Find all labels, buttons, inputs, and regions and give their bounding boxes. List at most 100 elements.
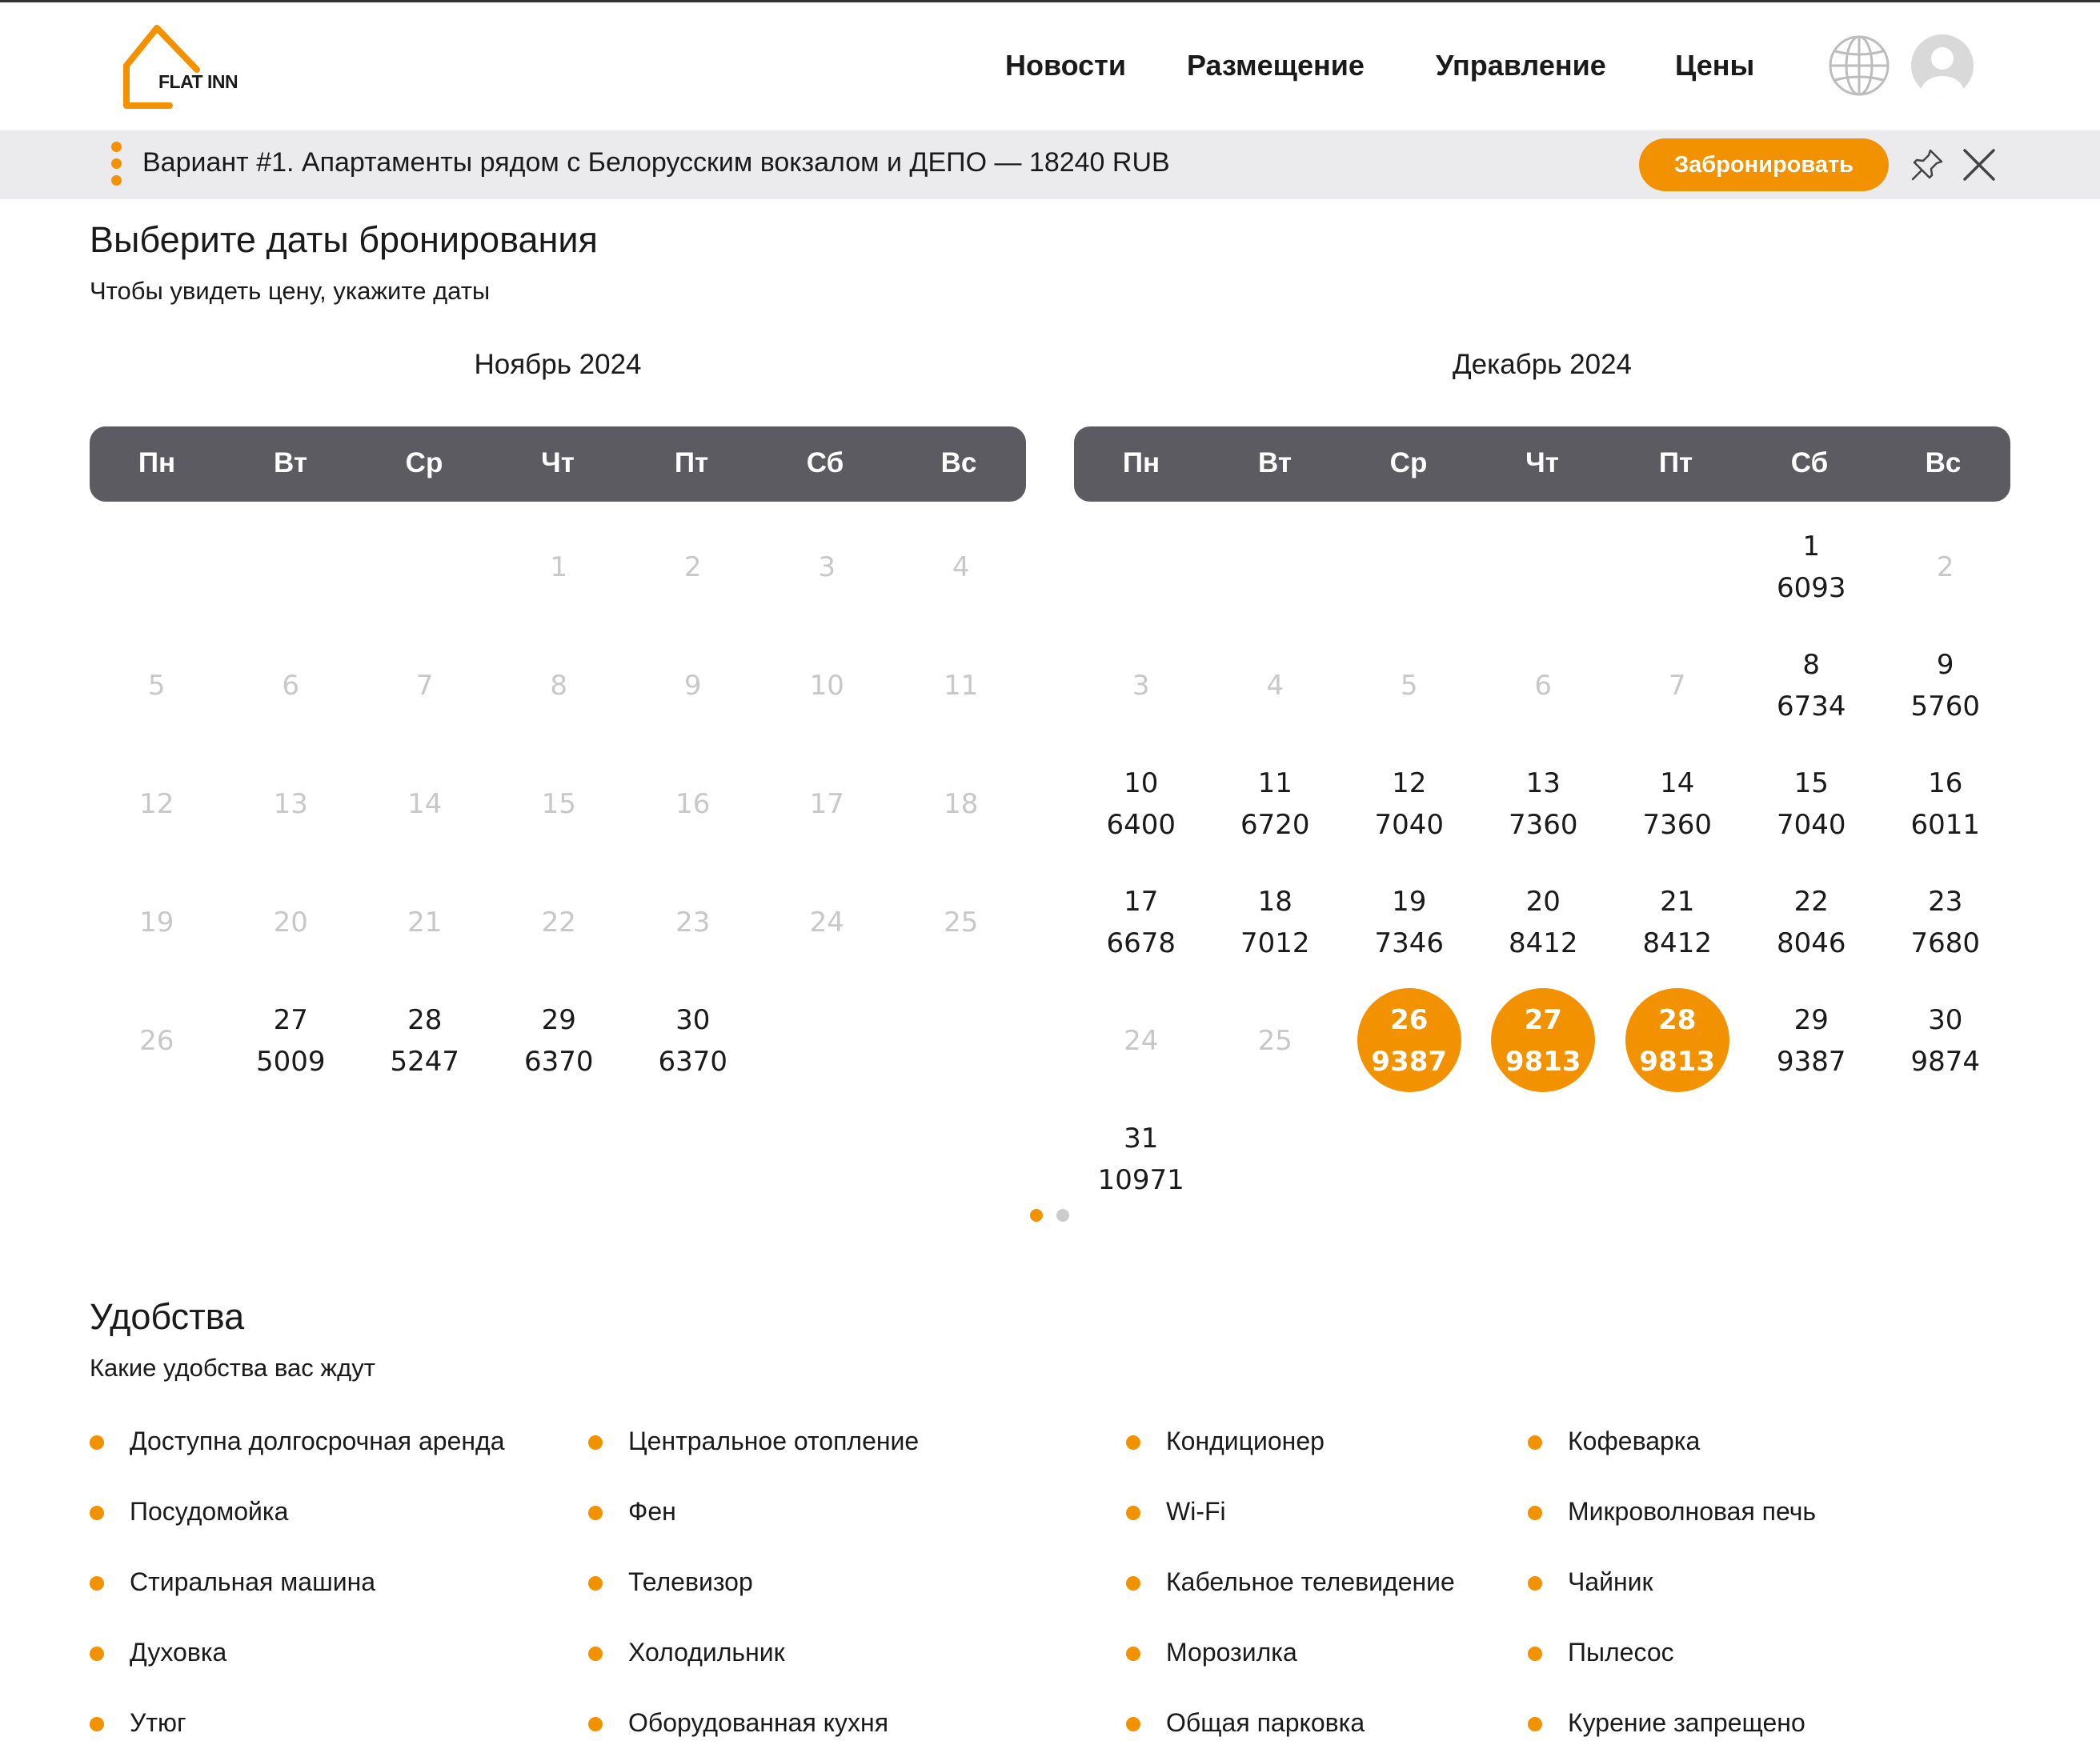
day-number: 4 xyxy=(952,551,970,583)
weekday-label: Пт xyxy=(1658,447,1693,478)
book-button[interactable]: Забронировать xyxy=(1639,138,1889,191)
calendar-day[interactable]: 11 6720 xyxy=(1223,751,1327,855)
day-number: 18 xyxy=(944,788,979,820)
calendar-day: 23 xyxy=(641,870,745,974)
close-icon[interactable] xyxy=(1961,146,1998,183)
calendar-day[interactable]: 10 6400 xyxy=(1089,751,1193,855)
bullet-icon xyxy=(90,1506,104,1520)
calendar-day[interactable]: 18 7012 xyxy=(1223,870,1327,974)
calendar-day: 25 xyxy=(1223,988,1327,1092)
nav-prices[interactable]: Цены xyxy=(1675,49,1754,82)
day-price: 7360 xyxy=(1508,809,1578,841)
calendar-day[interactable]: 31 10971 xyxy=(1089,1107,1193,1211)
calendar-day: 8 xyxy=(507,633,611,737)
day-price: 9874 xyxy=(1910,1046,1981,1078)
calendar-day[interactable]: 27 5009 xyxy=(238,988,343,1092)
day-number: 20 xyxy=(273,907,308,939)
calendar-day[interactable]: 17 6678 xyxy=(1089,870,1193,974)
calendar-day[interactable]: 1 6093 xyxy=(1759,514,1863,618)
calendar-day: 19 xyxy=(105,870,209,974)
calendar-day[interactable]: 22 8046 xyxy=(1759,870,1863,974)
calendar-day: 6 xyxy=(1491,633,1595,737)
globe-icon[interactable] xyxy=(1828,34,1890,97)
amenity-label: Холодильник xyxy=(628,1638,785,1667)
kebab-menu-icon[interactable] xyxy=(109,142,123,188)
day-number: 7 xyxy=(1668,670,1686,702)
calendar-day: 6 xyxy=(238,633,343,737)
calendar-day[interactable]: 28 5247 xyxy=(373,988,477,1092)
nav-news[interactable]: Новости xyxy=(1005,49,1126,82)
day-price: 5760 xyxy=(1910,690,1981,722)
pagination-dot-active[interactable] xyxy=(1030,1209,1043,1222)
day-number: 4 xyxy=(1266,670,1284,702)
day-number: 19 xyxy=(139,907,174,939)
calendar-pagination xyxy=(1030,1209,1070,1223)
weekday-label: Чт xyxy=(1525,447,1559,478)
calendar-day[interactable]: 13 7360 xyxy=(1491,751,1595,855)
day-price: 7012 xyxy=(1240,927,1310,959)
day-number: 18 xyxy=(1257,886,1292,918)
calendar-day[interactable]: 14 7360 xyxy=(1625,751,1729,855)
calendar-day: 2 xyxy=(1894,514,1998,618)
calendar-day: 13 xyxy=(238,751,343,855)
day-number: 21 xyxy=(1660,886,1695,918)
bullet-icon xyxy=(588,1647,603,1661)
calendar-day-selected[interactable]: 27 9813 xyxy=(1491,988,1596,1092)
user-avatar-icon[interactable] xyxy=(1911,34,1974,97)
calendar-day: 7 xyxy=(373,633,477,737)
weekday-label: Пн xyxy=(138,447,176,478)
bullet-icon xyxy=(1126,1717,1140,1731)
calendar-day: 1 xyxy=(507,514,611,618)
pin-icon[interactable] xyxy=(1909,146,1946,183)
nav-accommodation[interactable]: Размещение xyxy=(1187,49,1365,82)
day-price: 7040 xyxy=(1374,809,1445,841)
weekday-label: Вс xyxy=(940,447,977,478)
day-price: 6734 xyxy=(1776,690,1846,722)
day-number: 24 xyxy=(1124,1025,1159,1057)
listing-info-bar: Вариант #1. Апартаменты рядом с Белорусс… xyxy=(0,130,2100,199)
calendar-day[interactable]: 12 7040 xyxy=(1357,751,1461,855)
calendar-day[interactable]: 23 7680 xyxy=(1894,870,1998,974)
calendar-day[interactable]: 15 7040 xyxy=(1759,751,1863,855)
calendar-day[interactable]: 29 9387 xyxy=(1759,988,1863,1092)
calendar-day[interactable]: 20 8412 xyxy=(1491,870,1595,974)
house-logo-icon xyxy=(123,25,200,109)
day-price: 6370 xyxy=(658,1046,728,1078)
bullet-icon xyxy=(90,1435,104,1450)
amenity-label: Пылесос xyxy=(1568,1638,1674,1667)
calendar-day: 24 xyxy=(1089,988,1193,1092)
day-number: 29 xyxy=(541,1004,576,1036)
weekday-label: Чт xyxy=(541,447,575,478)
booking-title: Выберите даты бронирования xyxy=(90,219,598,260)
day-number: 19 xyxy=(1392,886,1427,918)
calendar-day: 22 xyxy=(507,870,611,974)
calendar-day[interactable]: 16 6011 xyxy=(1894,751,1998,855)
site-header: FLAT INN Новости Размещение Управление Ц… xyxy=(0,2,2100,130)
amenity-label: Морозилка xyxy=(1166,1638,1297,1667)
calendar-day-selected[interactable]: 28 9813 xyxy=(1625,988,1729,1092)
pagination-dot[interactable] xyxy=(1056,1209,1069,1222)
day-number: 27 xyxy=(273,1004,308,1036)
calendar-day: 17 xyxy=(775,751,879,855)
calendar-day[interactable]: 9 5760 xyxy=(1894,633,1998,737)
calendar-day[interactable]: 21 8412 xyxy=(1625,870,1729,974)
calendar-day[interactable]: 30 6370 xyxy=(641,988,745,1092)
day-number: 25 xyxy=(944,907,979,939)
calendar-day[interactable]: 19 7346 xyxy=(1357,870,1461,974)
bullet-icon xyxy=(1126,1647,1140,1661)
calendar-day[interactable]: 8 6734 xyxy=(1759,633,1863,737)
logo[interactable]: FLAT INN xyxy=(118,22,262,111)
calendar-day-selected[interactable]: 26 9387 xyxy=(1357,988,1461,1092)
calendar-day[interactable]: 30 9874 xyxy=(1894,988,1998,1092)
calendar-day: 18 xyxy=(909,751,1013,855)
weekday-label: Пн xyxy=(1122,447,1160,478)
amenity-label: Стиральная машина xyxy=(130,1567,376,1596)
calendar-day: 25 xyxy=(909,870,1013,974)
day-number: 24 xyxy=(809,907,844,939)
day-number: 31 xyxy=(1124,1123,1159,1155)
amenity-label: Курение запрещено xyxy=(1568,1708,1805,1737)
day-price: 6370 xyxy=(523,1046,594,1078)
nav-management[interactable]: Управление xyxy=(1436,49,1606,82)
calendar-day[interactable]: 29 6370 xyxy=(507,988,611,1092)
bullet-icon xyxy=(588,1717,603,1731)
